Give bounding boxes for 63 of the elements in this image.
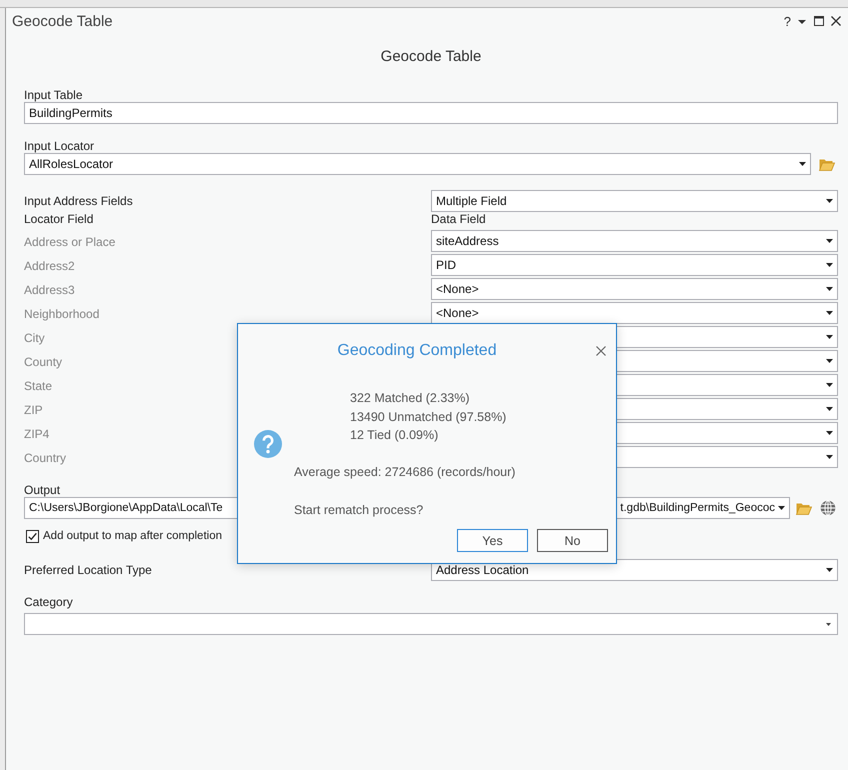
field-label: Input Table (24, 88, 82, 102)
dropdown-field[interactable]: AllRolesLocator (24, 153, 811, 175)
prompt-text: Start rematch process? (294, 502, 424, 516)
locator-field-label: City (24, 331, 45, 345)
match-count-text: 322 Matched (2.33%) (350, 391, 470, 405)
text-field[interactable]: BuildingPermits (24, 102, 838, 124)
caret-icon (826, 455, 833, 459)
caret-icon (826, 568, 833, 572)
locator-field-label: State (24, 379, 52, 393)
caret-icon (826, 335, 833, 339)
field-label: Category (24, 595, 73, 609)
caret-icon (826, 239, 833, 243)
dropdown-field[interactable]: <None> (431, 302, 838, 324)
match-count-text: 13490 Unmatched (97.58%) (350, 410, 506, 424)
locator-field-label: Address3 (24, 283, 75, 297)
column-header: Data Field (431, 212, 486, 226)
caret-icon[interactable] (798, 20, 806, 24)
locator-field-label: ZIP (24, 403, 43, 417)
question-icon (254, 430, 282, 458)
caret-icon (826, 263, 833, 267)
dialog-button[interactable]: No (537, 529, 608, 552)
caret-icon (826, 359, 833, 363)
locator-field-label: Address or Place (24, 235, 116, 249)
match-count-text: 12 Tied (0.09%) (350, 428, 438, 442)
dropdown-field[interactable]: PID (431, 254, 838, 276)
folder-icon[interactable] (796, 502, 812, 514)
close-icon[interactable] (831, 16, 841, 26)
checkbox-label: Add output to map after completion (43, 530, 222, 542)
dialog-title: Geocoding Completed (337, 342, 497, 359)
pane-title: Geocode Table (380, 48, 482, 65)
help-button[interactable]: ? (784, 14, 791, 28)
locator-field-label: Address2 (24, 259, 75, 273)
caret-icon (826, 431, 833, 435)
caret-icon (799, 162, 806, 166)
dropdown-field[interactable]: <None> (431, 278, 838, 300)
dropdown-field[interactable]: Multiple Field (431, 190, 838, 212)
locator-field-label: County (24, 355, 62, 369)
dialog-button[interactable]: Yes (457, 529, 528, 552)
locator-field-label: Country (24, 451, 66, 465)
folder-icon[interactable] (819, 158, 835, 170)
caret-icon (778, 506, 785, 510)
caret-icon (826, 199, 833, 203)
caret-icon (826, 622, 831, 626)
locator-field-label: Neighborhood (24, 307, 100, 321)
dropdown-field[interactable]: siteAddress (431, 230, 838, 252)
caret-icon (826, 407, 833, 411)
caret-icon (826, 383, 833, 387)
field-label: Input Address Fields (24, 194, 133, 208)
locator-field-label: ZIP4 (24, 427, 50, 441)
close-icon[interactable] (596, 346, 606, 356)
speed-text: Average speed: 2724686 (records/hour) (294, 465, 516, 479)
field-label: Input Locator (24, 139, 94, 153)
field-label: Preferred Location Type (24, 563, 152, 577)
maximize-icon[interactable] (814, 16, 824, 26)
caret-icon (826, 311, 833, 315)
dropdown-field[interactable] (24, 613, 838, 635)
field-label: Output (24, 483, 60, 497)
checkbox[interactable] (26, 530, 39, 542)
column-header: Locator Field (24, 212, 94, 226)
caret-icon (826, 287, 833, 291)
dropdown-field[interactable]: Address Location (431, 559, 838, 581)
globe-icon[interactable] (820, 500, 836, 516)
window-title: Geocode Table (12, 12, 113, 30)
